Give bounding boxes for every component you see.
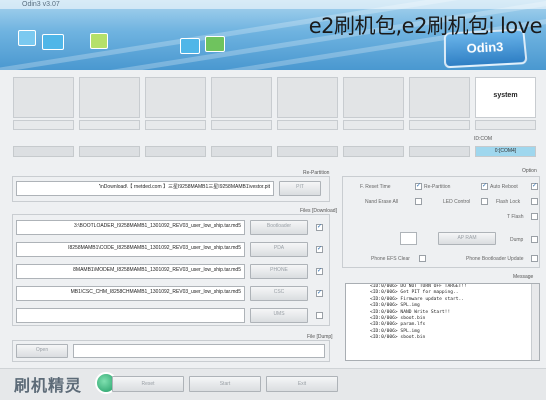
phone-checkbox[interactable]: ✓ (316, 268, 323, 275)
log-line: <ID:0/006> sboot.bin (370, 335, 426, 341)
csc-path-field[interactable]: MB1\CSC_CHM_I8258CHMAMB1_1301092_REV03_u… (16, 286, 245, 301)
window-title: Odin3 v3.07 (22, 1, 60, 8)
led-control-label: LED Control (443, 199, 471, 205)
brand-watermark: 刷机精灵 (14, 378, 83, 395)
phone-efs-clear-label: Phone EFS Clear (371, 256, 410, 262)
ums-path-field[interactable] (16, 308, 245, 323)
bootloader-path-field[interactable]: 3:\BOOTLOADER_I9258MAMB1_1301092_REV03_u… (16, 220, 245, 235)
dump-checkbox[interactable] (531, 236, 538, 243)
nand-erase-all-checkbox[interactable] (415, 198, 422, 205)
pda-path-field[interactable]: I8258MAMB1\CODE_I8258MAMB1_1301092_REV03… (16, 242, 245, 257)
device-slot (145, 77, 206, 118)
flash-lock-checkbox[interactable] (531, 198, 538, 205)
device-slot (211, 77, 272, 118)
f-reset-time-label: F. Reset Time (360, 184, 391, 190)
odin-window: Odin3 v3.07 Odin3 e2刷机包,e2刷机包i love syst… (0, 0, 546, 400)
device-slot (79, 77, 140, 118)
option-label: Option (522, 168, 537, 174)
phone-icon (18, 30, 36, 46)
device-slot-row: system (12, 77, 540, 118)
pit-path-field[interactable]: '\nDownload\【 rnetded.com 】三星I9258MAMB1三… (16, 181, 274, 196)
device-icon (180, 38, 200, 54)
pit-button[interactable]: PIT (279, 181, 321, 196)
phone-efs-clear-checkbox[interactable] (419, 255, 426, 262)
progress-row (12, 120, 540, 130)
nand-erase-all-label: Nand Erase All (365, 199, 399, 205)
f-reset-time-checkbox[interactable]: ✓ (415, 183, 422, 190)
progress-bar (475, 120, 536, 130)
com-port-box (79, 146, 140, 157)
download-icon (90, 33, 108, 49)
dump-value-field[interactable] (400, 232, 417, 245)
pda-button[interactable]: PDA (250, 242, 308, 257)
csc-button[interactable]: CSC (250, 286, 308, 301)
phone-button[interactable]: PHONE (250, 264, 308, 279)
led-control-checkbox[interactable] (481, 198, 488, 205)
bootloader-checkbox[interactable]: ✓ (316, 224, 323, 231)
overlay-watermark-text: e2刷机包,e2刷机包i love (308, 14, 543, 38)
phone-bootloader-update-checkbox[interactable] (531, 255, 538, 262)
com-port-box (145, 146, 206, 157)
reset-button[interactable]: Reset (112, 376, 184, 392)
dump-label: Dump (510, 237, 524, 243)
idcom-label: ID:COM (474, 136, 493, 142)
ums-button[interactable]: UMS (250, 308, 308, 323)
progress-bar (13, 120, 74, 130)
csc-checkbox[interactable]: ✓ (316, 290, 323, 297)
device-slot (409, 77, 470, 118)
flash-lock-label: Flash Lock (496, 199, 521, 205)
progress-bar (145, 120, 206, 130)
device-slot: system (475, 77, 536, 118)
exit-button[interactable]: Exit (266, 376, 338, 392)
ums-checkbox[interactable] (316, 312, 323, 319)
auto-reboot-checkbox[interactable]: ✓ (531, 183, 538, 190)
progress-bar (343, 120, 404, 130)
open-button[interactable]: Open (16, 344, 68, 358)
device-slot (13, 77, 74, 118)
auto-reboot-label: Auto Reboot (490, 184, 518, 190)
title-bar: Odin3 v3.07 (0, 0, 546, 9)
dump-path-field[interactable] (73, 344, 325, 358)
phone-bootloader-update-label: Phone Bootloader Update (466, 256, 524, 262)
t-flash-checkbox[interactable] (531, 213, 538, 220)
com-port-box (277, 146, 338, 157)
com-port-box (211, 146, 272, 157)
com-port-box (13, 146, 74, 157)
progress-bar (211, 120, 272, 130)
start-button[interactable]: Start (189, 376, 261, 392)
phone-path-field[interactable]: 8MAMB1\MODEM_I8258MAMB1_1301092_REV03_us… (16, 264, 245, 279)
plus-icon (205, 36, 225, 52)
device-slot (277, 77, 338, 118)
idcom-row: 0:[COM4] (12, 146, 540, 157)
com-port-label: 0:[COM4] (494, 148, 517, 154)
computer-icon (42, 34, 64, 50)
com-port-box (409, 146, 470, 157)
message-label: Message (513, 274, 534, 280)
slot-label: system (493, 92, 518, 99)
com-port-box: 0:[COM4] (475, 146, 536, 157)
repartition-checkbox[interactable]: ✓ (481, 183, 488, 190)
dump-select[interactable]: AP RAM (438, 232, 496, 245)
bootloader-button[interactable]: Bootloader (250, 220, 308, 235)
progress-bar (277, 120, 338, 130)
progress-bar (79, 120, 140, 130)
message-log[interactable]: <ID:0/006> DO NOT TURN OFF TARGET!! <ID:… (345, 283, 540, 361)
t-flash-label: T Flash (507, 214, 524, 220)
repartition-option-label: Re-Partition (424, 184, 451, 190)
message-scrollbar[interactable] (531, 284, 539, 360)
pda-checkbox[interactable]: ✓ (316, 246, 323, 253)
device-slot (343, 77, 404, 118)
com-port-box (343, 146, 404, 157)
progress-bar (409, 120, 470, 130)
